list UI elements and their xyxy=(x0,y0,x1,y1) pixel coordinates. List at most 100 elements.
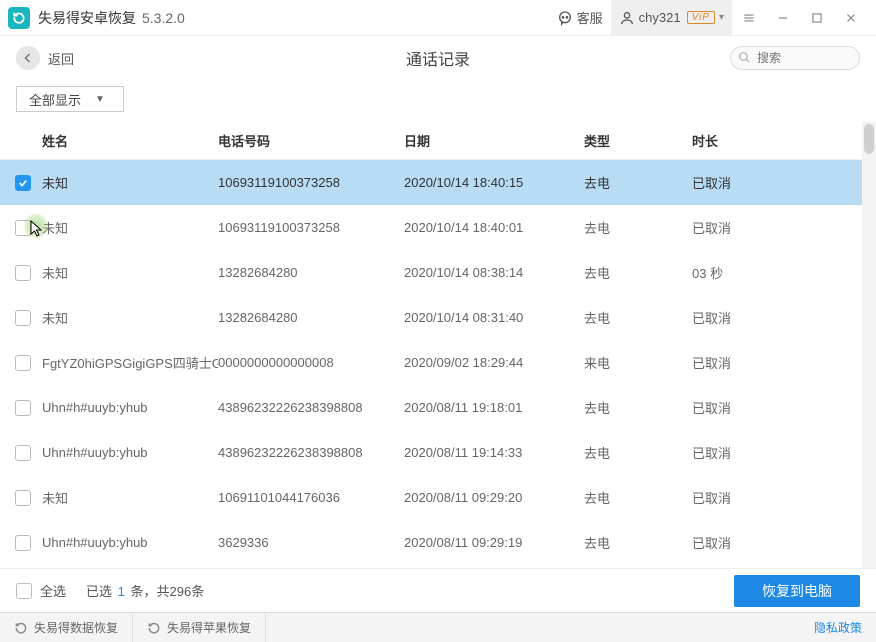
selection-info: 已选 1 条，共296条 xyxy=(86,581,204,600)
header-row: 返回 通话记录 xyxy=(0,36,876,80)
privacy-link[interactable]: 隐私政策 xyxy=(800,619,876,636)
row-checkbox[interactable] xyxy=(15,355,31,371)
scrollbar[interactable] xyxy=(862,122,876,568)
recover-button[interactable]: 恢复到电脑 xyxy=(734,575,860,607)
checkbox-icon xyxy=(16,583,32,599)
col-header-type: 类型 xyxy=(584,131,692,150)
col-header-phone: 电话号码 xyxy=(218,131,404,150)
cell-name: Uhn#h#uuyb:yhub xyxy=(38,400,218,415)
select-all-checkbox[interactable]: 全选 xyxy=(16,581,66,600)
table-row[interactable]: Uhn#h#uuyb:yhub438962322262383988082020/… xyxy=(0,430,876,475)
cell-date: 2020/10/14 08:38:14 xyxy=(404,265,584,280)
row-checkbox[interactable] xyxy=(15,400,31,416)
cell-phone: 10693119100373258 xyxy=(218,175,404,190)
app-version: 5.3.2.0 xyxy=(142,10,185,26)
cell-name: 未知 xyxy=(38,488,218,507)
customer-service-button[interactable]: 客服 xyxy=(549,0,611,36)
cell-duration: 已取消 xyxy=(692,218,812,237)
titlebar: 失易得安卓恢复 5.3.2.0 客服 chy321 ViP ▾ xyxy=(0,0,876,36)
bottom-tab-label: 失易得苹果恢复 xyxy=(167,619,251,636)
bottom-tab-apple-recovery[interactable]: 失易得苹果恢复 xyxy=(133,613,266,642)
cell-type: 去电 xyxy=(584,443,692,462)
bottom-tab-data-recovery[interactable]: 失易得数据恢复 xyxy=(0,613,133,642)
cell-type: 去电 xyxy=(584,308,692,327)
cell-type: 去电 xyxy=(584,263,692,282)
table-row[interactable]: 未知106911010441760362020/08/11 09:29:20去电… xyxy=(0,475,876,520)
row-checkbox[interactable] xyxy=(15,445,31,461)
cell-phone: 10691101044176036 xyxy=(218,490,404,505)
page-title: 通话记录 xyxy=(406,46,470,70)
cell-type: 去电 xyxy=(584,488,692,507)
scrollbar-thumb[interactable] xyxy=(864,124,874,154)
cell-name: 未知 xyxy=(38,218,218,237)
filter-row: 全部显示 ▼ xyxy=(0,80,876,122)
cell-date: 2020/10/14 18:40:01 xyxy=(404,220,584,235)
filter-dropdown[interactable]: 全部显示 ▼ xyxy=(16,86,124,112)
cell-phone: 10693119100373258 xyxy=(218,220,404,235)
cell-phone: 3629336 xyxy=(218,535,404,550)
cell-phone: 43896232226238398808 xyxy=(218,400,404,415)
cell-phone: 0000000000000008 xyxy=(218,355,404,370)
table-header: 姓名 电话号码 日期 类型 时长 xyxy=(0,122,876,160)
row-checkbox[interactable] xyxy=(15,490,31,506)
app-title: 失易得安卓恢复 xyxy=(38,8,136,28)
cell-date: 2020/10/14 18:40:15 xyxy=(404,175,584,190)
cell-date: 2020/10/14 08:31:40 xyxy=(404,310,584,325)
username-label: chy321 xyxy=(639,10,681,25)
table-row[interactable]: Uhn#h#uuyb:yhub36293362020/08/11 09:29:1… xyxy=(0,520,876,565)
table-row[interactable]: 未知106931191003732582020/10/14 18:40:15去电… xyxy=(0,160,876,205)
cell-name: Uhn#h#uuyb:yhub xyxy=(38,445,218,460)
cell-name: 未知 xyxy=(38,308,218,327)
close-button[interactable] xyxy=(834,0,868,36)
cell-type: 去电 xyxy=(584,533,692,552)
maximize-button[interactable] xyxy=(800,0,834,36)
row-checkbox[interactable] xyxy=(15,310,31,326)
back-button[interactable]: 返回 xyxy=(16,46,74,70)
cell-duration: 已取消 xyxy=(692,533,812,552)
cell-date: 2020/08/11 09:29:19 xyxy=(404,535,584,550)
row-checkbox[interactable] xyxy=(15,175,31,191)
cell-duration: 已取消 xyxy=(692,353,812,372)
table-row[interactable]: 未知132826842802020/10/14 08:31:40去电已取消 xyxy=(0,295,876,340)
bottom-tab-label: 失易得数据恢复 xyxy=(34,619,118,636)
user-icon xyxy=(619,10,635,26)
table-row[interactable]: 未知106931191003732582020/10/14 18:40:01去电… xyxy=(0,205,876,250)
minimize-button[interactable] xyxy=(766,0,800,36)
cell-date: 2020/09/02 18:29:44 xyxy=(404,355,584,370)
search-icon xyxy=(738,51,751,67)
chat-icon xyxy=(557,10,573,26)
cell-type: 去电 xyxy=(584,398,692,417)
bottom-bar: 失易得数据恢复 失易得苹果恢复 隐私政策 xyxy=(0,612,876,642)
select-all-label: 全选 xyxy=(40,581,66,600)
row-checkbox[interactable] xyxy=(15,265,31,281)
table-row[interactable]: 未知132826842802020/10/14 08:38:14去电03 秒 xyxy=(0,250,876,295)
user-account-button[interactable]: chy321 ViP ▾ xyxy=(611,0,732,36)
back-arrow-icon xyxy=(16,46,40,70)
row-checkbox[interactable] xyxy=(15,535,31,551)
col-header-date: 日期 xyxy=(404,131,584,150)
cell-duration: 已取消 xyxy=(692,488,812,507)
cell-name: FgtYZ0hiGPSGigiGPS四骑士Gigi xyxy=(38,353,218,372)
filter-label: 全部显示 xyxy=(29,90,81,109)
cell-date: 2020/08/11 09:29:20 xyxy=(404,490,584,505)
refresh-icon xyxy=(14,621,28,635)
table-body: 未知106931191003732582020/10/14 18:40:15去电… xyxy=(0,160,876,568)
app-logo-icon xyxy=(8,7,30,29)
refresh-icon xyxy=(147,621,161,635)
triangle-down-icon: ▼ xyxy=(95,94,105,105)
cell-phone: 13282684280 xyxy=(218,265,404,280)
search-wrap xyxy=(730,46,860,70)
col-header-name: 姓名 xyxy=(38,131,218,150)
cell-duration: 已取消 xyxy=(692,173,812,192)
row-checkbox[interactable] xyxy=(15,220,31,236)
table: 姓名 电话号码 日期 类型 时长 未知106931191003732582020… xyxy=(0,122,876,568)
cell-date: 2020/08/11 19:18:01 xyxy=(404,400,584,415)
cell-duration: 已取消 xyxy=(692,443,812,462)
vip-badge: ViP xyxy=(687,11,715,24)
menu-button[interactable] xyxy=(732,0,766,36)
table-row[interactable]: Uhn#h#uuyb:yhub438962322262383988082020/… xyxy=(0,385,876,430)
cell-phone: 43896232226238398808 xyxy=(218,445,404,460)
back-label: 返回 xyxy=(48,49,74,68)
cell-duration: 已取消 xyxy=(692,398,812,417)
table-row[interactable]: FgtYZ0hiGPSGigiGPS四骑士Gigi000000000000000… xyxy=(0,340,876,385)
